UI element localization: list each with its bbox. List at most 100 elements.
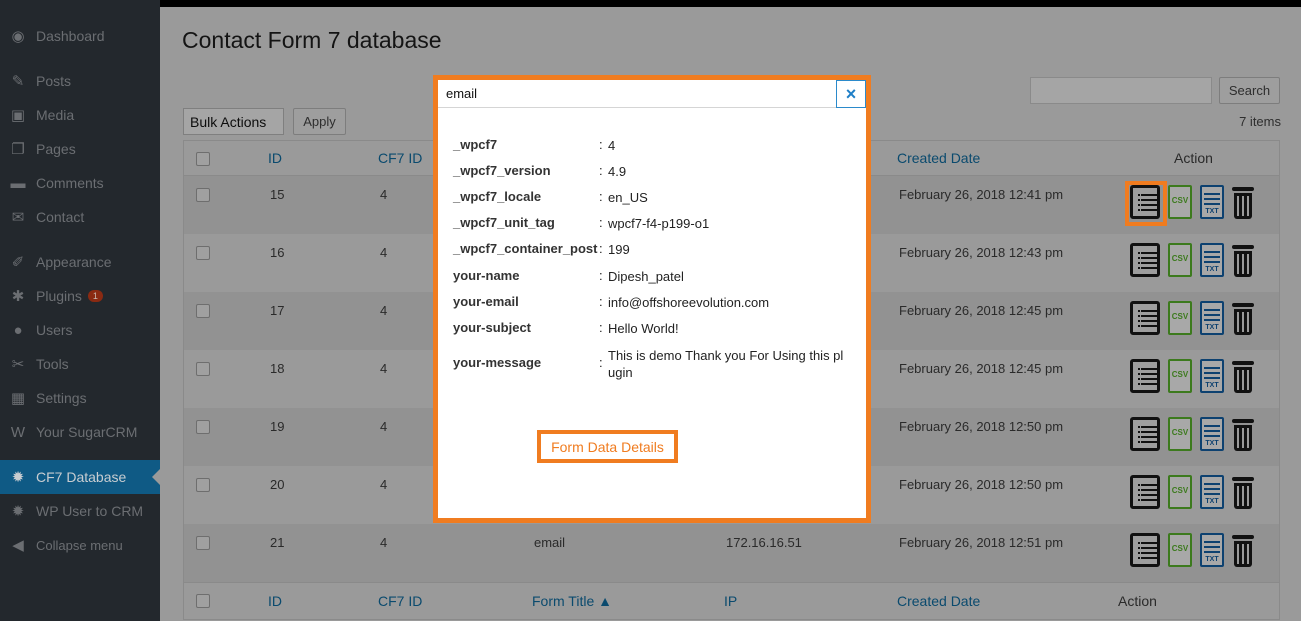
trash-icon[interactable] <box>1232 243 1254 277</box>
csv-download-icon[interactable]: CSV <box>1168 185 1192 219</box>
txt-download-icon[interactable]: TXT <box>1200 359 1224 393</box>
csv-download-icon[interactable]: CSV <box>1168 359 1192 393</box>
sidebar-item-label: Your SugarCRM <box>36 424 138 440</box>
sidebar-item-label: Contact <box>36 209 85 225</box>
sidebar-item-plugins[interactable]: ✱ Plugins 1 <box>0 279 160 313</box>
cell-id: 16 <box>270 245 285 260</box>
view-details-icon[interactable] <box>1130 417 1160 451</box>
search-input[interactable] <box>1030 77 1212 104</box>
select-all-checkbox[interactable] <box>196 152 210 166</box>
detail-separator: : <box>599 268 603 283</box>
trash-icon[interactable] <box>1232 359 1254 393</box>
sidebar-item-dashboard[interactable]: ◉ Dashboard <box>0 19 160 53</box>
sidebar-item-label: Comments <box>36 175 104 191</box>
cell-cf7-id: 4 <box>380 187 388 202</box>
sidebar-item-wp-user-to-crm[interactable]: ✹ WP User to CRM <box>0 494 160 528</box>
sidebar-item-tools[interactable]: ✂ Tools <box>0 347 160 381</box>
pin-icon: ✎ <box>11 73 25 90</box>
trash-icon[interactable] <box>1232 301 1254 335</box>
modal-title: email <box>446 86 478 101</box>
row-checkbox[interactable] <box>196 188 210 202</box>
csv-download-icon[interactable]: CSV <box>1168 243 1192 277</box>
csv-download-icon[interactable]: CSV <box>1168 301 1192 335</box>
bulk-actions-label: Bulk Actions <box>190 113 267 130</box>
csv-download-icon[interactable]: CSV <box>1168 417 1192 451</box>
col-formtitle-footer[interactable]: Form Title ▲ <box>532 593 612 609</box>
row-checkbox[interactable] <box>196 420 210 434</box>
sidebar-item-pages[interactable]: ❐ Pages <box>0 132 160 166</box>
detail-value: Dipesh_patel <box>608 269 684 284</box>
detail-separator: : <box>599 163 603 178</box>
cell-created-date: February 26, 2018 12:51 pm <box>899 535 1064 550</box>
detail-separator: : <box>599 320 603 335</box>
txt-download-icon[interactable]: TXT <box>1200 475 1224 509</box>
sidebar-item-label: Media <box>36 107 75 123</box>
row-checkbox[interactable] <box>196 536 210 550</box>
bulk-actions-select[interactable]: Bulk Actions <box>183 108 284 135</box>
sidebar-item-your-sugarcrm[interactable]: W Your SugarCRM <box>0 415 160 449</box>
cell-id: 21 <box>270 535 285 550</box>
txt-download-icon[interactable]: TXT <box>1200 185 1224 219</box>
col-date-header[interactable]: Created Date <box>897 150 980 166</box>
cell-cf7-id: 4 <box>380 419 388 434</box>
detail-key: _wpcf7 <box>453 137 498 152</box>
select-all-footer-checkbox[interactable] <box>196 594 210 608</box>
cell-created-date: February 26, 2018 12:45 pm <box>899 361 1064 376</box>
ws-icon: W <box>10 423 26 441</box>
sidebar-item-comments[interactable]: ▬ Comments <box>0 166 160 200</box>
active-menu-arrow <box>152 469 160 485</box>
detail-separator: : <box>599 241 603 256</box>
sidebar-item-cf7-database[interactable]: ✹ CF7 Database <box>0 460 160 494</box>
row-checkbox[interactable] <box>196 362 210 376</box>
col-id-footer[interactable]: ID <box>268 593 282 609</box>
txt-download-icon[interactable]: TXT <box>1200 243 1224 277</box>
trash-icon[interactable] <box>1232 185 1254 219</box>
cell-created-date: February 26, 2018 12:45 pm <box>899 303 1064 318</box>
csv-download-icon[interactable]: CSV <box>1168 475 1192 509</box>
row-checkbox[interactable] <box>196 246 210 260</box>
sidebar-item-settings[interactable]: ▦ Settings <box>0 381 160 415</box>
detail-value: Hello World! <box>608 321 679 336</box>
detail-value: info@offshoreevolution.com <box>608 295 770 310</box>
sidebar-item-contact[interactable]: ✉ Contact <box>0 200 160 234</box>
txt-download-icon[interactable]: TXT <box>1200 533 1224 567</box>
sidebar-item-appearance[interactable]: ✐ Appearance <box>0 245 160 279</box>
sidebar-item-posts[interactable]: ✎ Posts <box>0 64 160 98</box>
sidebar-item-collapse-menu[interactable]: ◀ Collapse menu <box>0 528 160 562</box>
trash-icon[interactable] <box>1232 533 1254 567</box>
csv-download-icon[interactable]: CSV <box>1168 533 1192 567</box>
col-cf7id-footer[interactable]: CF7 ID <box>378 593 422 609</box>
form-data-details-link[interactable]: Form Data Details <box>537 430 678 463</box>
close-icon[interactable]: × <box>836 80 866 108</box>
brush-icon: ✐ <box>11 254 25 271</box>
cell-id: 19 <box>270 419 285 434</box>
trash-icon[interactable] <box>1232 417 1254 451</box>
search-button[interactable]: Search <box>1219 77 1280 104</box>
sidebar-item-label: Pages <box>36 141 76 157</box>
col-ip-footer[interactable]: IP <box>724 593 737 609</box>
view-details-icon[interactable] <box>1130 359 1160 393</box>
sidebar-item-label: Appearance <box>36 254 112 270</box>
page-title: Contact Form 7 database <box>182 27 442 53</box>
detail-value: en_US <box>608 190 648 205</box>
media-icon: ▣ <box>10 107 26 124</box>
sidebar-item-media[interactable]: ▣ Media <box>0 98 160 132</box>
row-checkbox[interactable] <box>196 304 210 318</box>
txt-label: TXT <box>1205 208 1219 215</box>
txt-download-icon[interactable]: TXT <box>1200 417 1224 451</box>
row-checkbox[interactable] <box>196 478 210 492</box>
txt-download-icon[interactable]: TXT <box>1200 301 1224 335</box>
settings-icon: ▦ <box>10 390 26 407</box>
view-details-icon[interactable] <box>1130 533 1160 567</box>
view-details-icon[interactable] <box>1130 243 1160 277</box>
col-id-header[interactable]: ID <box>268 150 282 166</box>
col-cf7id-header[interactable]: CF7 ID <box>378 150 422 166</box>
user-icon: ● <box>13 321 23 339</box>
sidebar-item-users[interactable]: ● Users <box>0 313 160 347</box>
trash-icon[interactable] <box>1232 475 1254 509</box>
cell-id: 15 <box>270 187 285 202</box>
view-details-icon[interactable] <box>1130 301 1160 335</box>
apply-button[interactable]: Apply <box>293 108 346 135</box>
view-details-icon[interactable] <box>1130 475 1160 509</box>
col-date-footer[interactable]: Created Date <box>897 593 980 609</box>
